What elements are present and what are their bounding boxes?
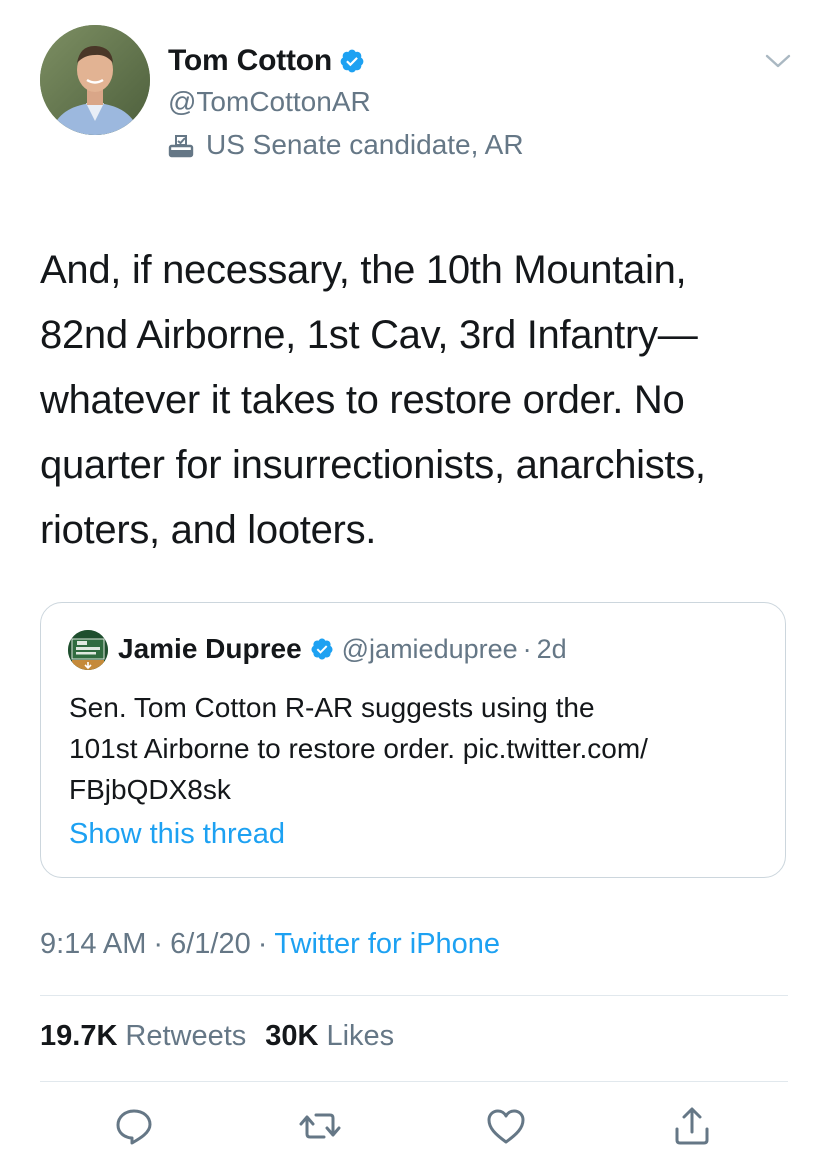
ballot-box-icon [166,130,196,160]
chevron-down-icon[interactable] [764,50,792,72]
like-icon[interactable] [484,1104,528,1148]
tweet-text: And, if necessary, the 10th Mountain, 82… [40,238,800,563]
separator-dot: · [522,633,532,664]
reply-icon[interactable] [112,1104,156,1148]
quoted-author-avatar [68,630,108,670]
separator-dot: · [153,928,164,960]
tweet-text-line: rioters, and looters. [40,508,377,552]
tweet-text-line: quarter for insurrectionists, anarchists… [40,443,706,487]
tweet-stats: 19.7K Retweets 30K Likes [40,1020,413,1053]
quoted-tweet-text: Sen. Tom Cotton R-AR suggests using the … [69,687,769,810]
quoted-text-line: FBjbQDX8sk [69,774,231,805]
tweet-meta: 9:14 AM · 6/1/20 · Twitter for iPhone [40,928,500,961]
tweet-source-link[interactable]: Twitter for iPhone [274,928,500,961]
quoted-text-line: 101st Airborne to restore order. pic.twi… [69,733,648,764]
quoted-author-handle: @jamiedupree [341,633,518,664]
verified-badge-icon [310,637,334,661]
author-label: US Senate candidate, AR [166,129,524,161]
author-name-row: Tom Cotton [168,44,365,78]
divider [40,995,788,996]
likes-count[interactable]: 30K [265,1020,318,1053]
author-avatar[interactable] [40,25,150,135]
tweet-text-line: whatever it takes to restore order. No [40,378,685,422]
author-label-text: US Senate candidate, AR [206,129,524,160]
quoted-tweet-card[interactable]: Jamie Dupree @jamiedupree · 2d Sen. Tom … [40,602,786,878]
share-icon[interactable] [670,1104,714,1148]
quoted-author-name: Jamie Dupree [118,633,302,664]
tweet-detail: Tom Cotton @TomCottonAR US Senate candid… [0,0,828,1171]
tweet-time: 9:14 AM [40,928,147,960]
likes-label[interactable]: Likes [326,1020,394,1053]
quoted-tweet-header: Jamie Dupree @jamiedupree · 2d [118,633,567,665]
tweet-actions-bar [0,1104,828,1150]
author-handle[interactable]: @TomCottonAR [168,86,371,118]
verified-badge-icon [339,48,365,74]
highway-sign-icon [68,630,108,670]
separator-dot: · [257,928,268,960]
tweet-text-line: And, if necessary, the 10th Mountain, [40,248,687,292]
tweet-text-line: 82nd Airborne, 1st Cav, 3rd Infantry— [40,313,698,357]
avatar-photo-icon [40,25,150,135]
author-name[interactable]: Tom Cotton [168,44,332,78]
quoted-tweet-time: 2d [536,633,567,664]
retweets-count[interactable]: 19.7K [40,1020,117,1053]
show-thread-link[interactable]: Show this thread [69,818,285,851]
tweet-date: 6/1/20 [170,928,251,960]
quoted-text-line: Sen. Tom Cotton R-AR suggests using the [69,692,595,723]
retweets-label[interactable]: Retweets [125,1020,246,1053]
divider [40,1081,788,1082]
retweet-icon[interactable] [298,1104,342,1148]
